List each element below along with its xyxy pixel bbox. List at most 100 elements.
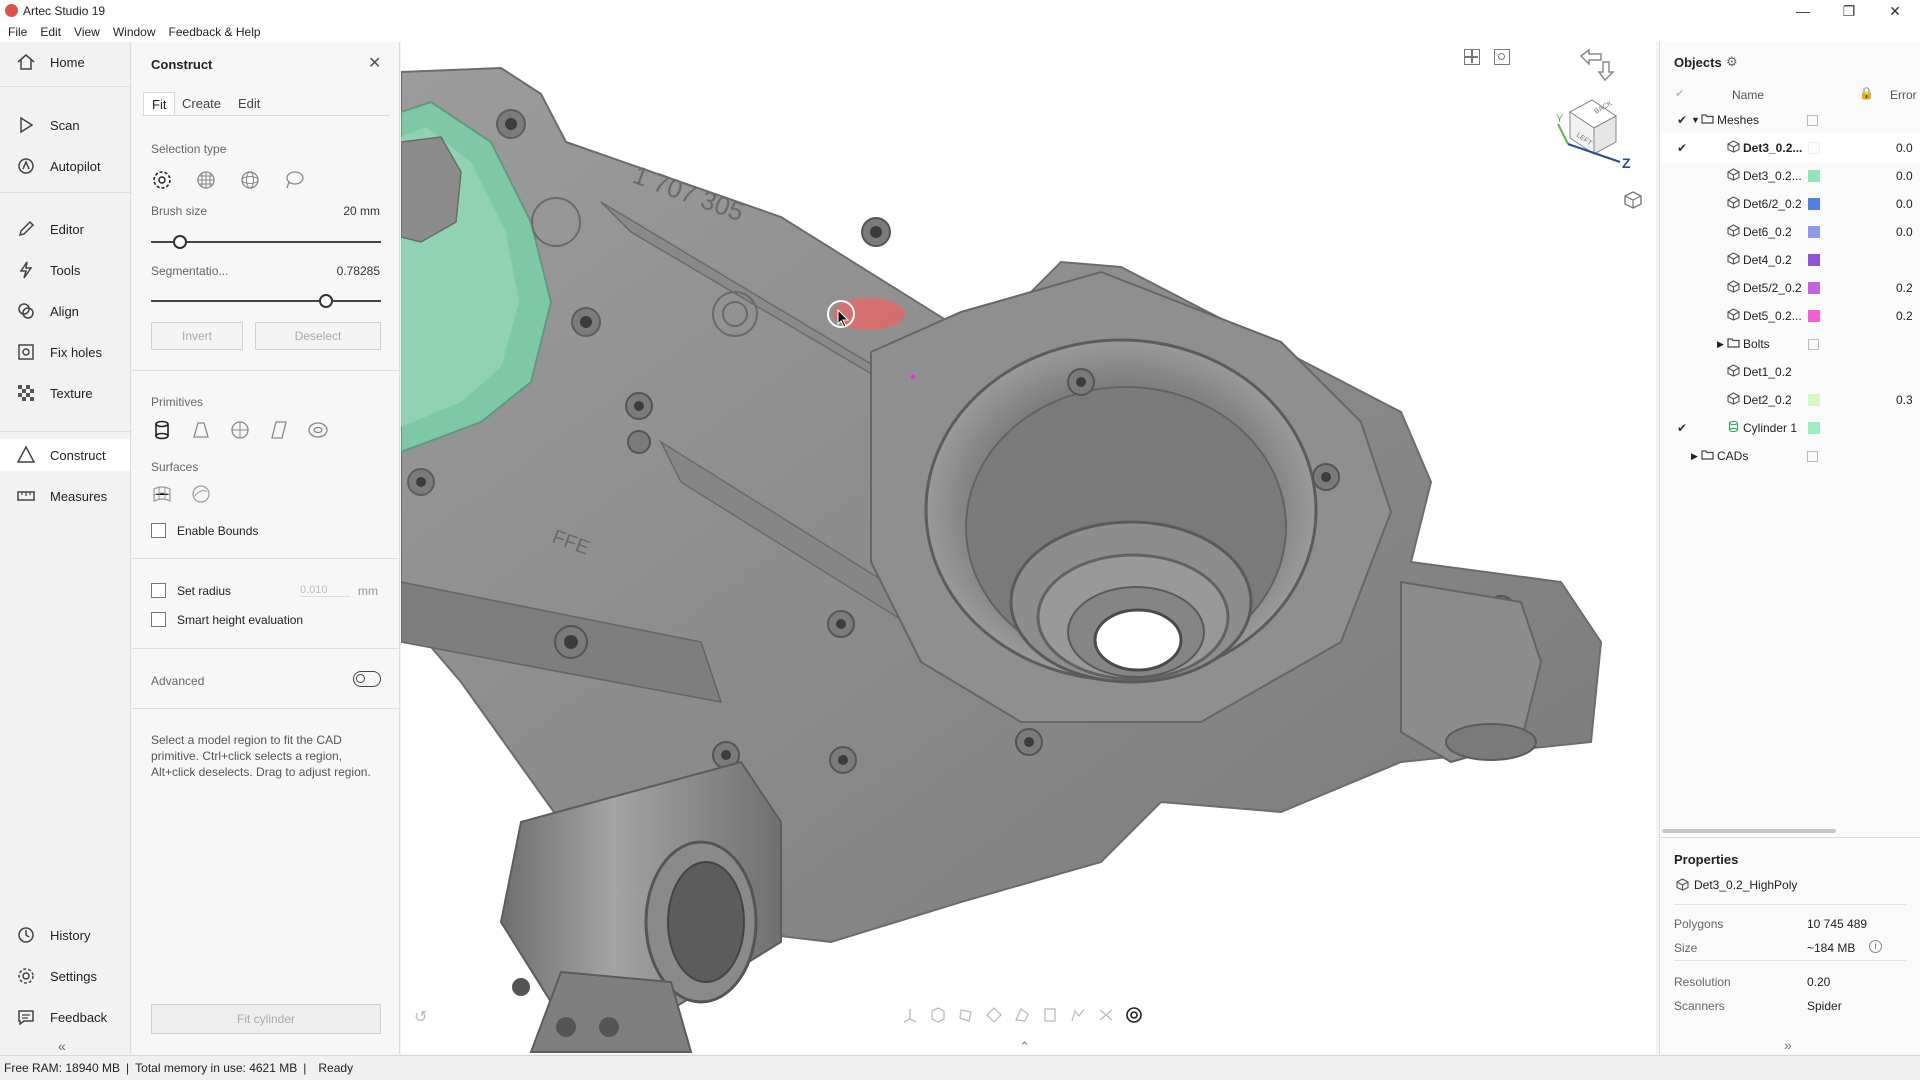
menu-view[interactable]: View [74, 25, 100, 39]
deselect-button[interactable]: Deselect [255, 322, 381, 350]
visibility-toggle-icon[interactable] [1808, 338, 1819, 350]
tree-row-cylinder1[interactable]: ✔ Cylinder 1 [1660, 413, 1920, 443]
nav-texture[interactable]: Texture [0, 377, 130, 409]
sphere-select-icon[interactable] [238, 168, 262, 195]
close-panel-icon[interactable]: ✕ [368, 53, 381, 73]
menu-edit[interactable]: Edit [40, 25, 61, 39]
tree-row-det6[interactable]: Det6_0.2 0.0 [1660, 217, 1920, 247]
3d-viewport[interactable]: 1 707 305 FFE Y Z BACK LEFT ↺ ⌃ [401, 42, 1656, 1054]
segmentation-slider[interactable] [151, 294, 381, 308]
nav-align[interactable]: Align [0, 295, 130, 327]
tree-row-det5[interactable]: Det5_0.2... 0.2 [1660, 301, 1920, 331]
view-rotate-icon[interactable] [1577, 46, 1617, 86]
orientation-cube[interactable]: Y Z BACK LEFT [1534, 82, 1654, 192]
brush-size-slider[interactable] [151, 235, 381, 249]
tab-create[interactable]: Create [174, 92, 229, 116]
smart-height-checkbox[interactable] [151, 612, 166, 627]
tree-row-det6-2[interactable]: Det6/2_0.2 0.0 [1660, 189, 1920, 219]
expand-bottom-icon[interactable]: ⌃ [1019, 1039, 1030, 1054]
color-swatch[interactable] [1808, 226, 1820, 238]
grid-select-icon[interactable] [194, 168, 218, 195]
menu-window[interactable]: Window [113, 25, 156, 39]
undo-icon[interactable]: ↺ [414, 1007, 427, 1027]
mesh-tool-icon[interactable] [929, 1006, 947, 1024]
nav-fix-holes[interactable]: Fix holes [0, 336, 130, 368]
tree-row-det3-selected[interactable]: ✔ Det3_0.2... 0.0 [1660, 133, 1920, 163]
color-swatch[interactable] [1808, 310, 1820, 322]
close-window-icon[interactable]: ✕ [1872, 0, 1918, 22]
torus-icon[interactable] [306, 418, 330, 445]
tree-row-det2[interactable]: Det2_0.2 0.3 [1660, 385, 1920, 415]
nav-tools[interactable]: Tools [0, 254, 130, 286]
check-all-icon[interactable]: ✔ [1675, 87, 1684, 100]
fit-cylinder-button[interactable]: Fit cylinder [151, 1004, 381, 1034]
tree-row-det3[interactable]: Det3_0.2... 0.0 [1660, 161, 1920, 191]
surface-patch-icon[interactable] [189, 482, 213, 509]
horizontal-scrollbar[interactable] [1662, 829, 1836, 833]
tree-row-det5-2[interactable]: Det5/2_0.2 0.2 [1660, 273, 1920, 303]
invert-button[interactable]: Invert [151, 322, 243, 350]
expand-arrow-icon[interactable]: ▶ [1691, 451, 1698, 462]
color-swatch[interactable] [1808, 170, 1820, 182]
advanced-toggle[interactable] [353, 671, 381, 687]
layout-grid-icon[interactable] [1464, 49, 1480, 65]
color-swatch[interactable] [1808, 422, 1820, 434]
nav-construct[interactable]: Construct [0, 439, 130, 471]
lasso-select-icon[interactable] [282, 168, 306, 195]
tree-row-det4[interactable]: Det4_0.2 [1660, 245, 1920, 275]
color-swatch[interactable] [1808, 198, 1820, 210]
brush-select-icon[interactable] [150, 168, 174, 195]
shape-tool-icon[interactable] [1069, 1006, 1087, 1024]
fit-view-icon[interactable] [1494, 49, 1510, 65]
freeform-surface-icon[interactable] [150, 482, 174, 509]
tree-row-meshes[interactable]: ✔ ▼ Meshes [1660, 105, 1920, 135]
expand-panel-icon[interactable]: » [1784, 1037, 1792, 1053]
shape-tool-icon[interactable] [985, 1006, 1003, 1024]
restore-icon[interactable]: ❐ [1826, 0, 1872, 22]
nav-feedback[interactable]: Feedback [0, 1001, 130, 1033]
set-radius-input[interactable]: 0.010 [300, 584, 350, 597]
shape-tool-icon[interactable] [1097, 1006, 1115, 1024]
info-icon[interactable]: i [1869, 940, 1882, 953]
cone-icon[interactable] [189, 418, 213, 445]
slider-knob[interactable] [172, 235, 187, 249]
shape-tool-icon[interactable] [1013, 1006, 1031, 1024]
row-checkmark[interactable]: ✔ [1677, 141, 1687, 155]
tree-row-det1[interactable]: Det1_0.2 [1660, 357, 1920, 387]
expand-arrow-icon[interactable]: ▼ [1691, 115, 1700, 125]
cylinder-icon[interactable] [150, 418, 174, 445]
nav-home[interactable]: Home [0, 46, 130, 78]
slider-knob[interactable] [319, 294, 334, 308]
row-checkmark[interactable]: ✔ [1677, 421, 1687, 435]
plane-icon[interactable] [267, 418, 291, 445]
visibility-toggle-icon[interactable] [1807, 450, 1818, 462]
lock-icon[interactable]: 🔒 [1859, 86, 1874, 100]
surface-target-icon[interactable] [1125, 1006, 1143, 1024]
sphere-icon[interactable] [228, 418, 252, 445]
shape-tool-icon[interactable] [957, 1006, 975, 1024]
nav-history[interactable]: History [0, 919, 130, 951]
tab-fit[interactable]: Fit [143, 92, 176, 116]
color-swatch[interactable] [1808, 394, 1820, 406]
nav-settings[interactable]: Settings [0, 960, 130, 992]
color-swatch[interactable] [1808, 282, 1820, 294]
nav-measures[interactable]: Measures [0, 480, 130, 512]
nav-editor[interactable]: Editor [0, 213, 130, 245]
color-swatch[interactable] [1808, 254, 1820, 266]
shape-tool-icon[interactable] [1041, 1006, 1059, 1024]
nav-autopilot[interactable]: Autopilot [0, 150, 130, 182]
objects-settings-icon[interactable]: ⚙ [1726, 54, 1738, 70]
menu-file[interactable]: File [8, 25, 27, 39]
enable-bounds-checkbox[interactable] [151, 523, 166, 538]
nav-scan[interactable]: Scan [0, 109, 130, 141]
perspective-icon[interactable] [1623, 190, 1643, 210]
row-checkmark[interactable]: ✔ [1677, 113, 1687, 127]
minimize-icon[interactable]: — [1780, 0, 1826, 22]
set-radius-checkbox[interactable] [151, 583, 166, 598]
expand-arrow-icon[interactable]: ▶ [1717, 339, 1724, 350]
tab-edit[interactable]: Edit [230, 92, 268, 116]
color-swatch[interactable] [1808, 142, 1820, 154]
axis-tool-icon[interactable] [901, 1006, 919, 1024]
visibility-toggle-icon[interactable] [1807, 114, 1818, 126]
collapse-nav-button[interactable]: « [58, 1038, 66, 1054]
